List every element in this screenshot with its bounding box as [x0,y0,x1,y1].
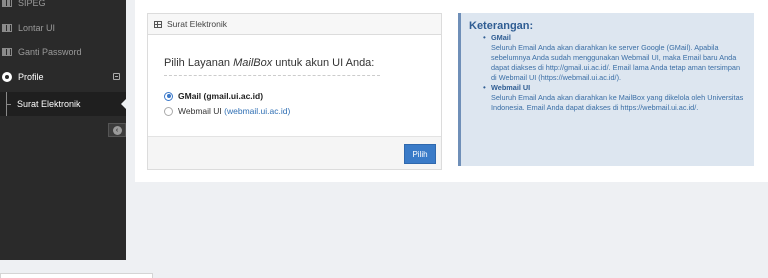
option-webmail[interactable]: Webmail UI (webmail.ui.ac.id) [164,106,290,116]
sidebar-item-label: Profile [18,72,44,82]
mail-service-widget: Surat Elektronik Pilih Layanan MailBox u… [147,13,442,170]
sidebar-item-sipeg[interactable]: SIPEG [0,0,126,14]
option-link: (gmail.ui.ac.id) [203,91,264,101]
widget-title: Surat Elektronik [167,19,227,29]
info-item-gmail: GMail Seluruh Email Anda akan diarahkan … [483,33,746,83]
gear-icon [2,72,12,82]
option-link: (webmail.ui.ac.id) [224,106,291,116]
info-item-text: Seluruh Email Anda akan diarahkan ke Mai… [491,93,744,112]
grid-icon [2,48,12,56]
sidebar-item-label: Surat Elektronik [17,99,81,109]
grid-icon [2,24,12,32]
sidebar-item-label: Lontar UI [18,23,56,33]
radio-gmail[interactable] [164,91,173,101]
option-name: GMail [178,91,202,101]
info-panel: Keterangan: GMail Seluruh Email Anda aka… [458,13,754,166]
tree-tick [6,104,11,105]
sidebar-item-surat-elektronik[interactable]: Surat Elektronik [0,92,126,116]
option-gmail[interactable]: GMail (gmail.ui.ac.id) [164,91,263,101]
divider [164,75,380,76]
arrow-left-circle-icon: ‹ [112,125,122,135]
info-item-title: Webmail UI [491,83,531,92]
grid-icon [2,0,12,7]
sidebar-item-label: Ganti Password [18,47,82,57]
pilih-button[interactable]: Pilih [404,144,436,164]
sidebar-item-ganti-password[interactable]: Ganti Password [0,41,126,63]
bottom-tab [0,273,153,278]
info-item-title: GMail [491,33,511,42]
info-item-text: Seluruh Email Anda akan diarahkan ke ser… [491,43,741,82]
widget-header: Surat Elektronik [148,14,441,35]
info-heading: Keterangan: [469,20,534,32]
sidebar-item-lontar-ui[interactable]: Lontar UI [0,17,126,39]
widget-footer: Pilih [148,136,441,169]
sidebar-item-label: SIPEG [18,0,46,8]
table-icon [154,20,162,28]
collapse-minus-icon[interactable] [113,73,120,80]
info-item-webmail: Webmail UI Seluruh Email Anda akan diara… [483,83,746,113]
mailbox-prompt: Pilih Layanan MailBox untuk akun UI Anda… [164,57,375,69]
option-name: Webmail UI [178,106,222,116]
sidebar-item-profile[interactable]: Profile [0,66,126,88]
sidebar-collapse-button[interactable]: ‹ [108,123,126,137]
radio-webmail[interactable] [164,106,173,116]
sidebar: SIPEG Lontar UI Ganti Password Profile S… [0,0,126,260]
info-list: GMail Seluruh Email Anda akan diarahkan … [469,33,746,113]
active-caret-icon [121,99,126,109]
